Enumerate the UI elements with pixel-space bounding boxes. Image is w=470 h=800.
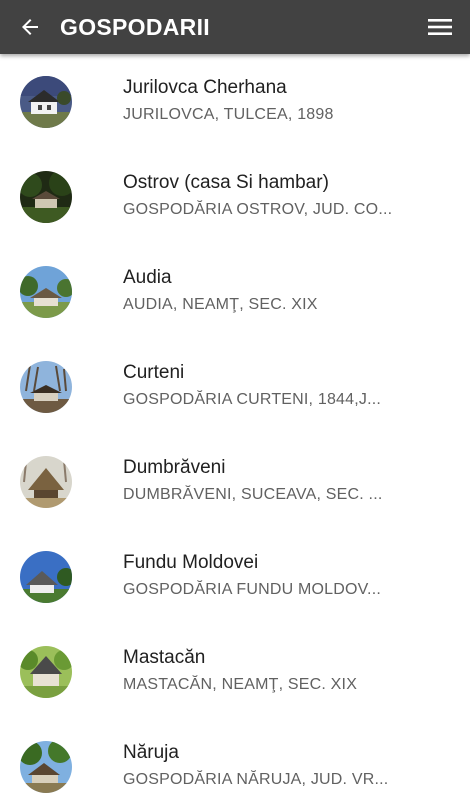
- item-thumbnail: [20, 551, 72, 603]
- list-item[interactable]: Jurilovca Cherhana JURILOVCA, TULCEA, 18…: [0, 54, 470, 149]
- item-title: Fundu Moldovei: [123, 552, 259, 573]
- hamburger-menu-icon: [428, 19, 452, 35]
- page-title: GOSPODARII: [60, 14, 210, 40]
- item-subtitle: DUMBRĂVENI, SUCEAVA, SEC. ...: [123, 486, 383, 503]
- item-subtitle: GOSPODĂRIA FUNDU MOLDOV...: [123, 581, 381, 598]
- item-title: Mastacăn: [123, 647, 206, 668]
- item-subtitle: AUDIA, NEAMŢ, SEC. XIX: [123, 296, 318, 313]
- item-subtitle: JURILOVCA, TULCEA, 1898: [123, 106, 334, 123]
- household-list: Jurilovca Cherhana JURILOVCA, TULCEA, 18…: [0, 54, 470, 800]
- item-title: Jurilovca Cherhana: [123, 77, 287, 98]
- item-thumbnail: [20, 171, 72, 223]
- list-item[interactable]: Audia AUDIA, NEAMŢ, SEC. XIX: [0, 244, 470, 339]
- item-subtitle: GOSPODĂRIA NĂRUJA, JUD. VR...: [123, 771, 389, 788]
- item-subtitle: GOSPODĂRIA CURTENI, 1844,J...: [123, 391, 382, 408]
- item-thumbnail: [20, 741, 72, 793]
- menu-button[interactable]: [420, 7, 460, 47]
- item-title: Audia: [123, 267, 172, 288]
- item-title: Curteni: [123, 362, 185, 383]
- list-item[interactable]: Năruja GOSPODĂRIA NĂRUJA, JUD. VR...: [0, 719, 470, 800]
- item-thumbnail: [20, 76, 72, 128]
- list-item[interactable]: Dumbrăveni DUMBRĂVENI, SUCEAVA, SEC. ...: [0, 434, 470, 529]
- item-title: Năruja: [123, 742, 179, 763]
- item-thumbnail: [20, 456, 72, 508]
- item-title: Ostrov (casa Si hambar): [123, 172, 329, 193]
- app-bar: GOSPODARII: [0, 0, 470, 54]
- item-thumbnail: [20, 266, 72, 318]
- list-item[interactable]: Curteni GOSPODĂRIA CURTENI, 1844,J...: [0, 339, 470, 434]
- back-button[interactable]: [10, 7, 50, 47]
- list-item[interactable]: Mastacăn MASTACĂN, NEAMŢ, SEC. XIX: [0, 624, 470, 719]
- item-subtitle: MASTACĂN, NEAMŢ, SEC. XIX: [123, 676, 358, 693]
- item-title: Dumbrăveni: [123, 457, 226, 478]
- item-thumbnail: [20, 361, 72, 413]
- app-screen: GOSPODARII Jurilovca Cherhana JURILOVCA,…: [0, 0, 470, 800]
- item-subtitle: GOSPODĂRIA OSTROV, JUD. CO...: [123, 201, 393, 218]
- list-item[interactable]: Ostrov (casa Si hambar) GOSPODĂRIA OSTRO…: [0, 149, 470, 244]
- list-item[interactable]: Fundu Moldovei GOSPODĂRIA FUNDU MOLDOV..…: [0, 529, 470, 624]
- item-thumbnail: [20, 646, 72, 698]
- arrow-left-icon: [22, 19, 38, 35]
